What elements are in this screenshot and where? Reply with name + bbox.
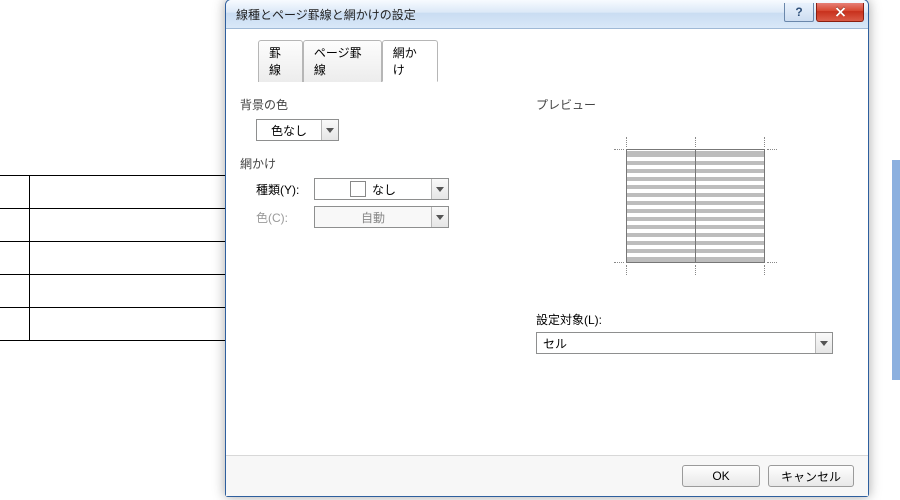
table-cell xyxy=(30,242,240,275)
close-button[interactable] xyxy=(816,3,864,22)
dialog-client: 罫線 ページ罫線 網かけ 背景の色 色なし 網かけ 種類(Y): なし xyxy=(226,29,868,455)
table-cell: ↲ xyxy=(0,275,30,308)
none-swatch-icon xyxy=(350,181,366,197)
help-icon: ? xyxy=(795,5,802,19)
decorative-stripe xyxy=(892,160,900,380)
table-cell xyxy=(30,275,240,308)
close-icon xyxy=(835,7,846,17)
bg-color-value: 色なし xyxy=(257,120,321,140)
titlebar[interactable]: 線種とページ罫線と網かけの設定 ? xyxy=(226,0,868,29)
apply-to-value: セル xyxy=(537,333,815,353)
table-cell: ↲ xyxy=(0,308,30,341)
dialog-title: 線種とページ罫線と網かけの設定 xyxy=(236,6,782,23)
table-cell xyxy=(30,308,240,341)
ok-button[interactable]: OK xyxy=(682,465,760,487)
table-cell: ↲ xyxy=(0,209,30,242)
tabstrip: 罫線 ページ罫線 網かけ xyxy=(258,39,438,82)
background-table: ↲ ↲ ↲ ↲ ↲ xyxy=(0,175,240,341)
borders-shading-dialog: 線種とページ罫線と網かけの設定 ? 罫線 ページ罫線 網かけ 背景の色 色なし xyxy=(225,0,869,497)
chevron-down-icon xyxy=(321,120,338,140)
chevron-down-icon xyxy=(815,333,832,353)
shading-preview xyxy=(620,143,771,269)
apply-to-dropdown[interactable]: セル xyxy=(536,332,833,354)
pattern-color-dropdown: 自動 xyxy=(314,206,449,228)
bg-color-section-label: 背景の色 xyxy=(240,96,530,113)
chevron-down-icon xyxy=(431,179,448,199)
color-label: 色(C): xyxy=(256,209,314,226)
pattern-value: なし xyxy=(315,179,431,199)
button-bar: OK キャンセル xyxy=(226,455,868,496)
apply-to-label: 設定対象(L): xyxy=(536,311,854,328)
pattern-label: 種類(Y): xyxy=(256,181,314,198)
preview-cell xyxy=(695,150,764,262)
pattern-color-value: 自動 xyxy=(315,207,431,227)
help-button[interactable]: ? xyxy=(784,3,814,22)
preview-label: プレビュー xyxy=(536,96,854,113)
tab-shading[interactable]: 網かけ xyxy=(382,40,438,82)
chevron-down-icon xyxy=(431,207,448,227)
tab-borders[interactable]: 罫線 xyxy=(258,40,303,82)
pattern-dropdown[interactable]: なし xyxy=(314,178,449,200)
cancel-button[interactable]: キャンセル xyxy=(768,465,854,487)
tab-page-borders[interactable]: ページ罫線 xyxy=(303,40,382,82)
preview-cell xyxy=(627,150,695,262)
table-cell: ↲ xyxy=(0,242,30,275)
table-cell xyxy=(30,209,240,242)
table-cell xyxy=(30,176,240,209)
table-cell: ↲ xyxy=(0,176,30,209)
bg-color-dropdown[interactable]: 色なし xyxy=(256,119,339,141)
shading-section-label: 網かけ xyxy=(240,155,530,172)
